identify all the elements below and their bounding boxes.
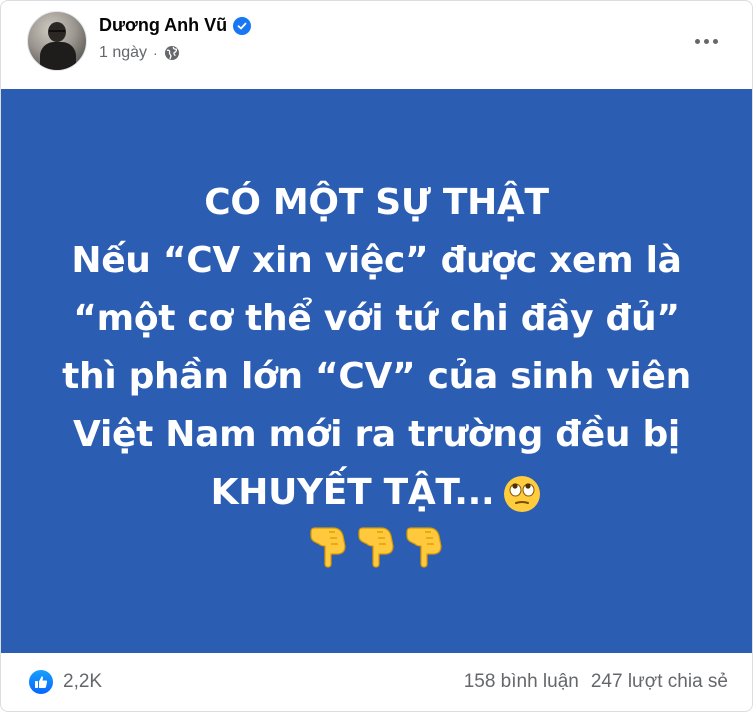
reaction-summary[interactable]: 2,2K <box>29 670 102 694</box>
image-text-line: CÓ MỘT SỰ THẬT <box>204 182 549 223</box>
share-count[interactable]: 247 lượt chia sẻ <box>591 671 728 693</box>
image-text-line: “một cơ thể với tứ chi đầy đủ” <box>73 298 680 339</box>
post-timestamp[interactable]: 1 ngày <box>99 44 147 62</box>
image-text-line: thì phần lớn “CV” của sinh viên <box>62 356 691 397</box>
image-text-line: Việt Nam mới ra trường đều bị <box>73 414 680 455</box>
image-text-line: Nếu “CV xin việc” được xem là <box>71 240 682 281</box>
author-name[interactable]: Dương Anh Vũ <box>99 15 227 36</box>
post-meta: 1 ngày · <box>99 44 180 62</box>
comment-count[interactable]: 158 bình luận <box>464 671 579 693</box>
engagement-counts: 158 bình luận 247 lượt chia sẻ <box>464 671 728 693</box>
author-row: Dương Anh Vũ <box>99 15 252 36</box>
author-avatar[interactable] <box>27 11 87 71</box>
post-footer: 2,2K 158 bình luận 247 lượt chia sẻ <box>1 653 752 711</box>
image-text-line-last: KHUYẾT TẬT... <box>62 464 691 522</box>
face-with-rolling-eyes-icon <box>504 476 541 512</box>
post-card: Dương Anh Vũ 1 ngày · CÓ MỘT SỰ THẬT Nếu… <box>0 0 753 712</box>
post-image-text: CÓ MỘT SỰ THẬT Nếu “CV xin việc” được xe… <box>62 174 691 522</box>
reaction-count: 2,2K <box>63 671 103 692</box>
globe-icon[interactable] <box>164 45 180 61</box>
verified-badge-icon <box>233 16 252 35</box>
post-image[interactable]: CÓ MỘT SỰ THẬT Nếu “CV xin việc” được xe… <box>1 89 752 653</box>
pointing-emoji-row <box>307 524 447 568</box>
backhand-index-pointing-down-icon <box>357 527 394 568</box>
like-reaction-icon <box>29 670 53 694</box>
image-text-final: KHUYẾT TẬT... <box>210 472 495 513</box>
more-options-icon[interactable] <box>688 23 724 59</box>
backhand-index-pointing-down-icon <box>309 527 346 568</box>
backhand-index-pointing-down-icon <box>405 527 442 568</box>
meta-separator: · <box>153 45 158 61</box>
post-header: Dương Anh Vũ 1 ngày · <box>1 1 752 89</box>
